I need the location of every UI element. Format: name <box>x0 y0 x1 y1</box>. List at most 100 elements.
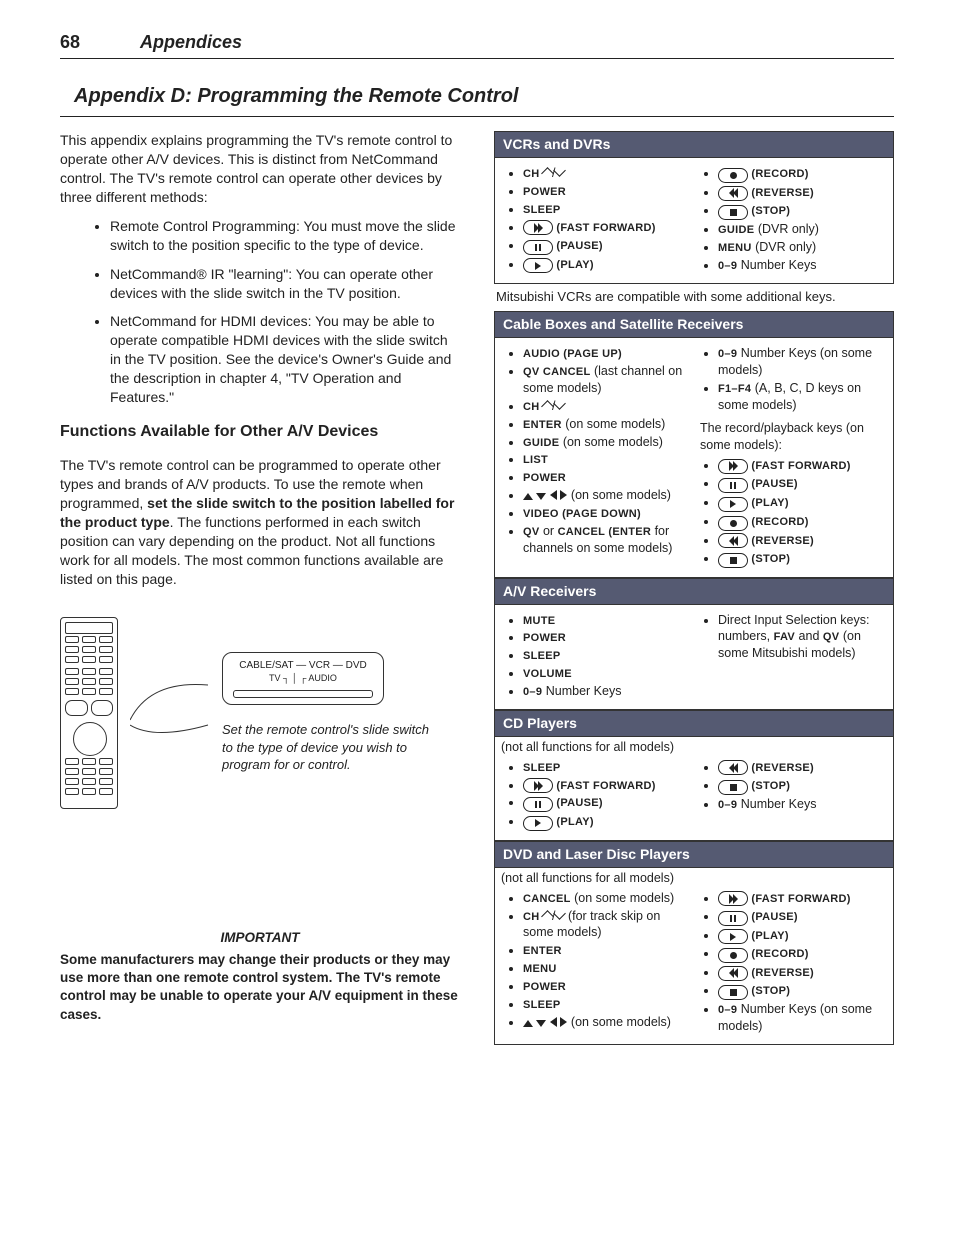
list-item: CH / (for track skip on some models) <box>523 908 694 942</box>
reverse-icon <box>718 760 748 775</box>
method-item: NetCommand® IR "learning": You can opera… <box>110 265 460 303</box>
channel-up-down-icon: / <box>540 909 565 923</box>
list-item: 0–9 Number Keys <box>718 257 889 274</box>
list-item: CH / <box>523 165 694 182</box>
list-item: SLEEP <box>523 647 694 664</box>
list-item: (PLAY) <box>523 256 694 274</box>
channel-up-down-icon: / <box>540 399 565 413</box>
section-header-dvd: DVD and Laser Disc Players <box>494 841 894 868</box>
list-item: (FAST FORWARD) <box>718 457 889 474</box>
important-heading: IMPORTANT <box>60 929 460 947</box>
list-item: 0–9 Number Keys (on some models) <box>718 345 889 379</box>
list-item: POWER <box>523 978 694 995</box>
reverse-icon <box>718 186 748 201</box>
list-item: (STOP) <box>718 982 889 1000</box>
list-item: (on some models) <box>523 487 694 504</box>
stop-icon <box>718 553 748 568</box>
list-item: GUIDE (on some models) <box>523 434 694 451</box>
list-item: (RECORD) <box>718 513 889 531</box>
section-body-dvd: CANCEL (on some models)CH / (for track s… <box>495 889 893 1044</box>
section-header-cable: Cable Boxes and Satellite Receivers <box>494 311 894 338</box>
arrow-keys-icon <box>523 1015 567 1029</box>
list-item: SLEEP <box>523 201 694 218</box>
list-item: (PLAY) <box>523 813 694 831</box>
avr-right-item: Direct Input Selection keys: numbers, FA… <box>718 612 889 663</box>
section-body-avr: MUTEPOWERSLEEPVOLUME0–9 Number Keys Dire… <box>494 605 894 710</box>
list-item: (REVERSE) <box>718 184 889 201</box>
list-item: POWER <box>523 183 694 200</box>
list-item: QV or CANCEL (ENTER for channels on some… <box>523 523 694 557</box>
method-list: Remote Control Programming: You must mov… <box>60 217 460 407</box>
reverse-icon <box>718 966 748 981</box>
list-item: MENU (DVR only) <box>718 239 889 256</box>
list-item: (PAUSE) <box>718 908 889 926</box>
list-item: POWER <box>523 629 694 646</box>
play-icon <box>718 929 748 944</box>
method-item: NetCommand for HDMI devices: You may be … <box>110 312 460 406</box>
list-item: 0–9 Number Keys <box>718 796 889 813</box>
list-item: QV CANCEL (last channel on some models) <box>523 363 694 397</box>
important-block: IMPORTANT Some manufacturers may change … <box>60 929 460 1024</box>
cd-subnote: (not all functions for all models) <box>495 737 893 758</box>
list-item: MENU <box>523 960 694 977</box>
list-item: 0–9 Number Keys (on some models) <box>718 1001 889 1035</box>
reverse-icon <box>718 533 748 548</box>
dvd-subnote: (not all functions for all models) <box>495 868 893 889</box>
list-item: VOLUME <box>523 665 694 682</box>
list-item: POWER <box>523 469 694 486</box>
fast-forward-icon <box>718 891 748 906</box>
record-icon <box>718 948 748 963</box>
method-item: Remote Control Programming: You must mov… <box>110 217 460 255</box>
list-item: (PAUSE) <box>718 475 889 493</box>
list-item: (PLAY) <box>718 927 889 945</box>
diagram-caption: Set the remote control's slide switch to… <box>222 721 442 774</box>
pause-icon <box>523 797 553 812</box>
list-item: (FAST FORWARD) <box>523 777 694 794</box>
channel-up-down-icon: / <box>540 166 565 180</box>
diagram-callout <box>130 675 210 750</box>
important-body: Some manufacturers may change their prod… <box>60 951 460 1024</box>
list-item: GUIDE (DVR only) <box>718 221 889 238</box>
stop-icon <box>718 780 748 795</box>
fast-forward-icon <box>523 778 553 793</box>
record-icon <box>718 168 748 183</box>
cable-right-note: The record/playback keys (on some models… <box>694 418 889 456</box>
fast-forward-icon <box>523 220 553 235</box>
section-title: Appendices <box>140 30 242 54</box>
play-icon <box>523 258 553 273</box>
list-item: (PLAY) <box>718 494 889 512</box>
list-item: CH / <box>523 398 694 415</box>
remote-diagram: CABLE/SAT — VCR — DVD TV ┐ │ ┌ AUDIO Set… <box>60 617 460 809</box>
list-item: ENTER (on some models) <box>523 416 694 433</box>
list-item: (PAUSE) <box>523 794 694 812</box>
right-column: VCRs and DVRs CH /POWERSLEEP (FAST FORWA… <box>494 131 894 1044</box>
play-icon <box>523 816 553 831</box>
left-column: This appendix explains programming the T… <box>60 131 460 1044</box>
appendix-title: Appendix D: Programming the Remote Contr… <box>60 77 894 117</box>
remote-outline <box>60 617 118 809</box>
pause-icon <box>523 240 553 255</box>
record-icon <box>718 516 748 531</box>
functions-body: The TV's remote control can be programme… <box>60 456 460 588</box>
list-item: F1–F4 (A, B, C, D keys on some models) <box>718 380 889 414</box>
list-item: (FAST FORWARD) <box>718 890 889 907</box>
vcr-note: Mitsubishi VCRs are compatible with some… <box>496 288 892 306</box>
list-item: (STOP) <box>718 777 889 795</box>
page-header: 68 Appendices <box>60 30 894 59</box>
list-item: (REVERSE) <box>718 759 889 776</box>
list-item: ENTER <box>523 942 694 959</box>
fast-forward-icon <box>718 459 748 474</box>
list-item: (RECORD) <box>718 165 889 183</box>
section-body-cd: SLEEP (FAST FORWARD) (PAUSE) (PLAY) (REV… <box>495 758 893 840</box>
list-item: (PAUSE) <box>523 237 694 255</box>
list-item: MUTE <box>523 612 694 629</box>
list-item: (RECORD) <box>718 945 889 963</box>
list-item: 0–9 Number Keys <box>523 683 694 700</box>
switch-sublabels: TV ┐ │ ┌ AUDIO <box>233 672 373 684</box>
functions-heading: Functions Available for Other A/V Device… <box>60 421 460 443</box>
callout-line-icon <box>130 675 210 745</box>
list-item: CANCEL (on some models) <box>523 890 694 907</box>
list-item: (STOP) <box>718 550 889 568</box>
list-item: LIST <box>523 451 694 468</box>
intro-paragraph: This appendix explains programming the T… <box>60 131 460 207</box>
